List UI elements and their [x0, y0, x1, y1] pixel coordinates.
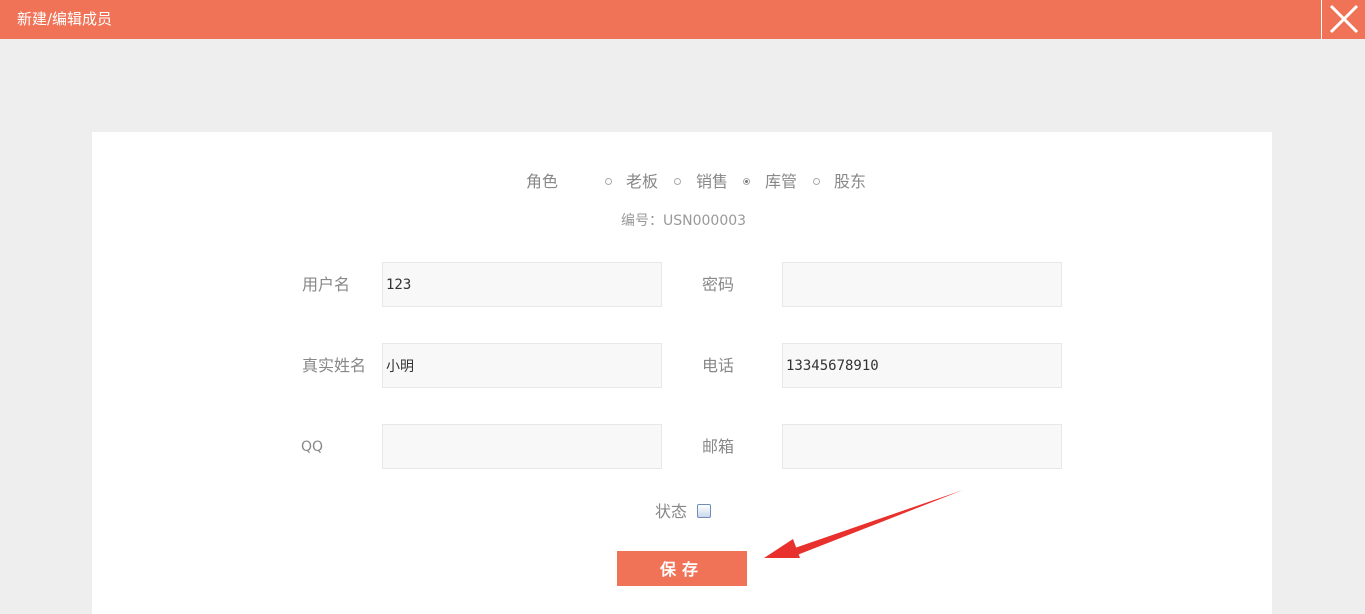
realname-field[interactable]: [382, 343, 662, 388]
dialog-title: 新建/编辑成员: [17, 10, 113, 28]
password-label: 密码: [702, 275, 735, 294]
username-field[interactable]: [382, 262, 662, 307]
role-option-sales[interactable]: 销售: [696, 172, 728, 192]
save-button[interactable]: 保存: [617, 551, 747, 586]
close-icon: [1329, 4, 1359, 34]
phone-field[interactable]: [782, 343, 1062, 388]
role-radio-boss[interactable]: [605, 178, 612, 185]
title-bar: 新建/编辑成员: [0, 0, 1365, 39]
role-option-boss[interactable]: 老板: [626, 172, 658, 192]
status-checkbox[interactable]: [697, 504, 711, 518]
role-radio-warehouse[interactable]: [743, 178, 750, 185]
qq-field[interactable]: [382, 424, 662, 469]
role-option-shareholder[interactable]: 股东: [834, 172, 866, 192]
role-option-warehouse[interactable]: 库管: [765, 172, 797, 192]
qq-label: QQ: [301, 439, 324, 455]
member-code: 编号：USN000003: [621, 213, 747, 229]
email-input[interactable]: [783, 425, 1061, 468]
username-input[interactable]: [383, 263, 661, 306]
realname-label: 真实姓名: [302, 356, 367, 375]
email-label: 邮箱: [702, 437, 735, 456]
email-field[interactable]: [782, 424, 1062, 469]
phone-label: 电话: [702, 356, 735, 375]
password-input[interactable]: [783, 263, 1061, 306]
close-button[interactable]: [1321, 0, 1365, 39]
phone-input[interactable]: [783, 344, 1061, 387]
form-panel: 角色 老板 销售 库管 股东 编号：USN000003 用户名 密码 真实姓名 …: [92, 132, 1272, 614]
username-label: 用户名: [302, 275, 351, 294]
status-label: 状态: [655, 502, 688, 521]
qq-input[interactable]: [383, 425, 661, 468]
password-field[interactable]: [782, 262, 1062, 307]
role-radio-shareholder[interactable]: [813, 178, 820, 185]
role-radio-sales[interactable]: [674, 178, 681, 185]
realname-input[interactable]: [383, 344, 661, 387]
role-label: 角色: [526, 172, 559, 191]
